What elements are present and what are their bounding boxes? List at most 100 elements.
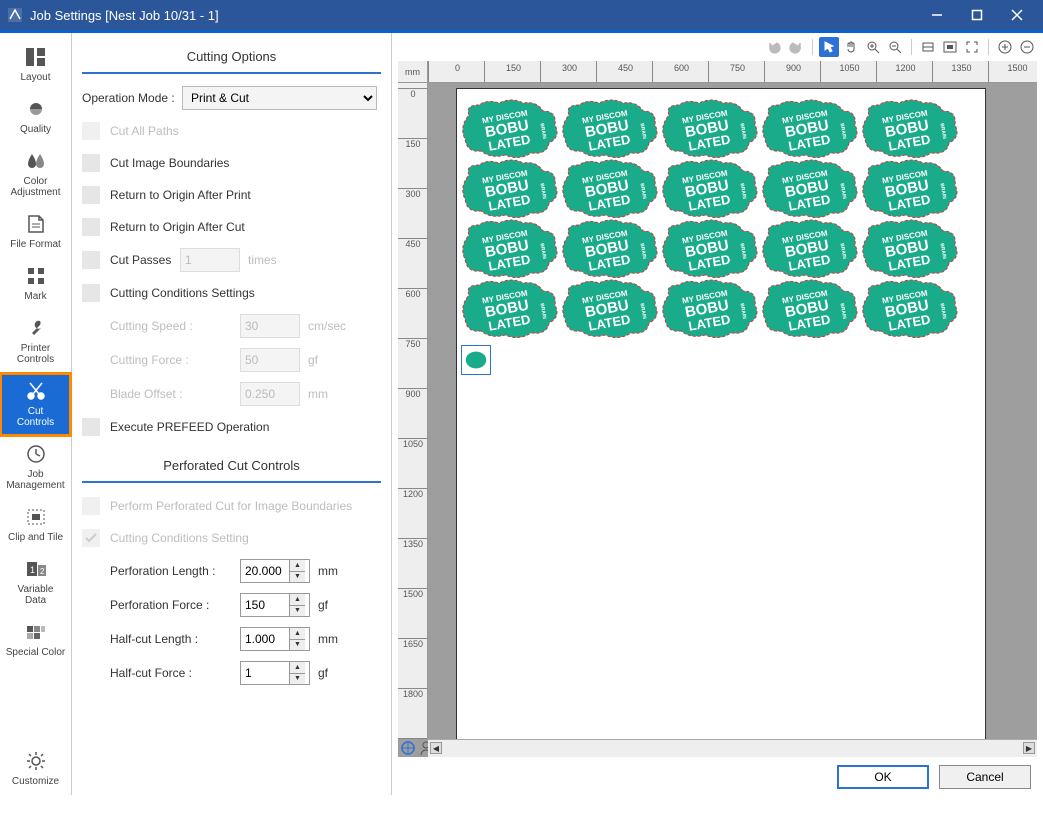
zoom-in-button[interactable]	[863, 37, 883, 57]
file-icon	[22, 212, 50, 236]
pointer-tool[interactable]	[819, 37, 839, 57]
op-mode-label: Operation Mode :	[82, 91, 182, 105]
nested-sticker[interactable]: MY DISCOM BOBU LATED BRAIN	[457, 217, 561, 281]
redo-button[interactable]	[786, 37, 806, 57]
tab-layout[interactable]: Layout	[0, 39, 71, 91]
nested-sticker[interactable]: MY DISCOM BOBU LATED BRAIN	[657, 277, 761, 341]
operation-mode-select[interactable]: Print & Cut	[182, 86, 377, 110]
cutting-speed-label: Cutting Speed :	[110, 319, 240, 333]
side-tabs: Layout Quality Color Adjustment File For…	[0, 33, 72, 795]
nested-sticker[interactable]: MY DISCOM BOBU LATED BRAIN	[657, 217, 761, 281]
maximize-button[interactable]	[957, 1, 997, 29]
nested-sticker[interactable]: MY DISCOM BOBU LATED BRAIN	[857, 277, 961, 341]
half-length-unit: mm	[318, 632, 368, 646]
minimize-button[interactable]	[917, 1, 957, 29]
selected-object[interactable]	[461, 345, 491, 375]
nested-sticker[interactable]: MY DISCOM BOBU LATED BRAIN	[857, 217, 961, 281]
target-icon[interactable]	[400, 740, 416, 756]
tab-customize[interactable]: Customize	[0, 743, 71, 795]
half-force-input[interactable]: ▲▼	[240, 661, 310, 685]
nested-sticker[interactable]: MY DISCOM BOBU LATED BRAIN	[457, 157, 561, 221]
fit-page-button[interactable]	[962, 37, 982, 57]
fit-width-button[interactable]	[918, 37, 938, 57]
spin-down[interactable]: ▼	[290, 674, 305, 685]
canvas[interactable]: mm 0150300450600750900105012001350150016…	[398, 61, 1037, 757]
remove-button[interactable]	[1017, 37, 1037, 57]
nested-sticker[interactable]: MY DISCOM BOBU LATED BRAIN	[757, 97, 861, 161]
half-force-unit: gf	[318, 666, 368, 680]
color-icon	[22, 149, 50, 173]
add-button[interactable]	[995, 37, 1015, 57]
cut-passes-checkbox[interactable]	[82, 251, 100, 269]
preview-toolbar	[392, 33, 1043, 61]
nested-sticker[interactable]: MY DISCOM BOBU LATED BRAIN	[557, 97, 661, 161]
perf-length-input[interactable]: ▲▼	[240, 559, 310, 583]
svg-text:2: 2	[40, 567, 45, 576]
spin-down[interactable]: ▼	[290, 572, 305, 583]
tab-variable-data[interactable]: 12 Variable Data	[0, 551, 71, 614]
half-length-input[interactable]: ▲▼	[240, 627, 310, 651]
zoom-out-button[interactable]	[885, 37, 905, 57]
perf-cond-label: Cutting Conditions Setting	[110, 531, 249, 545]
close-button[interactable]	[997, 1, 1037, 29]
hand-tool[interactable]	[841, 37, 861, 57]
spin-down[interactable]: ▼	[290, 640, 305, 651]
return-origin-cut-label: Return to Origin After Cut	[110, 220, 245, 234]
half-force-label: Half-cut Force :	[110, 666, 240, 680]
perform-perf-label: Perform Perforated Cut for Image Boundar…	[110, 499, 352, 513]
cutting-speed-unit: cm/sec	[308, 319, 358, 333]
spin-up[interactable]: ▲	[290, 662, 305, 674]
cancel-button[interactable]: Cancel	[939, 765, 1031, 789]
cutting-force-value: 50	[240, 348, 300, 372]
clock-icon	[22, 442, 50, 466]
ok-button[interactable]: OK	[837, 765, 929, 789]
cut-image-boundaries-checkbox[interactable]	[82, 154, 100, 172]
blade-offset-unit: mm	[308, 387, 358, 401]
cutting-force-label: Cutting Force :	[110, 353, 240, 367]
nested-sticker[interactable]: MY DISCOM BOBU LATED BRAIN	[557, 217, 661, 281]
tab-job-management[interactable]: Job Management	[0, 436, 71, 499]
nested-sticker[interactable]: MY DISCOM BOBU LATED BRAIN	[757, 277, 861, 341]
spin-up[interactable]: ▲	[290, 560, 305, 572]
nested-sticker[interactable]: MY DISCOM BOBU LATED BRAIN	[757, 217, 861, 281]
svg-text:1: 1	[30, 565, 35, 575]
canvas-inner[interactable]: MY DISCOM BOBU LATED BRAIN MY DISCOM BOB…	[428, 83, 1037, 739]
return-origin-print-checkbox[interactable]	[82, 186, 100, 204]
perf-cond-checkbox	[82, 529, 100, 547]
tab-clip-tile[interactable]: Clip and Tile	[0, 499, 71, 551]
tab-printer-controls[interactable]: Printer Controls	[0, 310, 71, 373]
tab-quality[interactable]: Quality	[0, 91, 71, 143]
tab-mark[interactable]: Mark	[0, 258, 71, 310]
spin-up[interactable]: ▲	[290, 594, 305, 606]
tab-cut-controls[interactable]: Cut Controls	[0, 373, 71, 436]
horizontal-scrollbar[interactable]: ◀ ▶	[428, 739, 1037, 757]
tab-label: Customize	[2, 776, 69, 787]
perf-force-input[interactable]: ▲▼	[240, 593, 310, 617]
window-title: Job Settings [Nest Job 10/31 - 1]	[30, 8, 917, 23]
nested-sticker[interactable]: MY DISCOM BOBU LATED BRAIN	[857, 157, 961, 221]
tab-label: Layout	[2, 72, 69, 83]
undo-button[interactable]	[764, 37, 784, 57]
nested-sticker[interactable]: MY DISCOM BOBU LATED BRAIN	[657, 157, 761, 221]
return-origin-print-label: Return to Origin After Print	[110, 188, 251, 202]
return-origin-cut-checkbox[interactable]	[82, 218, 100, 236]
nested-sticker[interactable]: MY DISCOM BOBU LATED BRAIN	[757, 157, 861, 221]
spin-up[interactable]: ▲	[290, 628, 305, 640]
tab-label: Printer Controls	[2, 343, 69, 365]
spin-down[interactable]: ▼	[290, 606, 305, 617]
fit-object-button[interactable]	[940, 37, 960, 57]
nested-sticker[interactable]: MY DISCOM BOBU LATED BRAIN	[857, 97, 961, 161]
nested-sticker[interactable]: MY DISCOM BOBU LATED BRAIN	[557, 277, 661, 341]
tab-label: Job Management	[2, 469, 69, 491]
dialog-footer: OK Cancel	[392, 757, 1043, 795]
cutting-conditions-checkbox[interactable]	[82, 284, 100, 302]
tab-file-format[interactable]: File Format	[0, 206, 71, 258]
tab-color-adjustment[interactable]: Color Adjustment	[0, 143, 71, 206]
prefeed-checkbox[interactable]	[82, 418, 100, 436]
tab-special-color[interactable]: Special Color	[0, 614, 71, 666]
nested-sticker[interactable]: MY DISCOM BOBU LATED BRAIN	[657, 97, 761, 161]
nested-sticker[interactable]: MY DISCOM BOBU LATED BRAIN	[557, 157, 661, 221]
cut-all-paths-checkbox	[82, 122, 100, 140]
nested-sticker[interactable]: MY DISCOM BOBU LATED BRAIN	[457, 277, 561, 341]
nested-sticker[interactable]: MY DISCOM BOBU LATED BRAIN	[457, 97, 561, 161]
